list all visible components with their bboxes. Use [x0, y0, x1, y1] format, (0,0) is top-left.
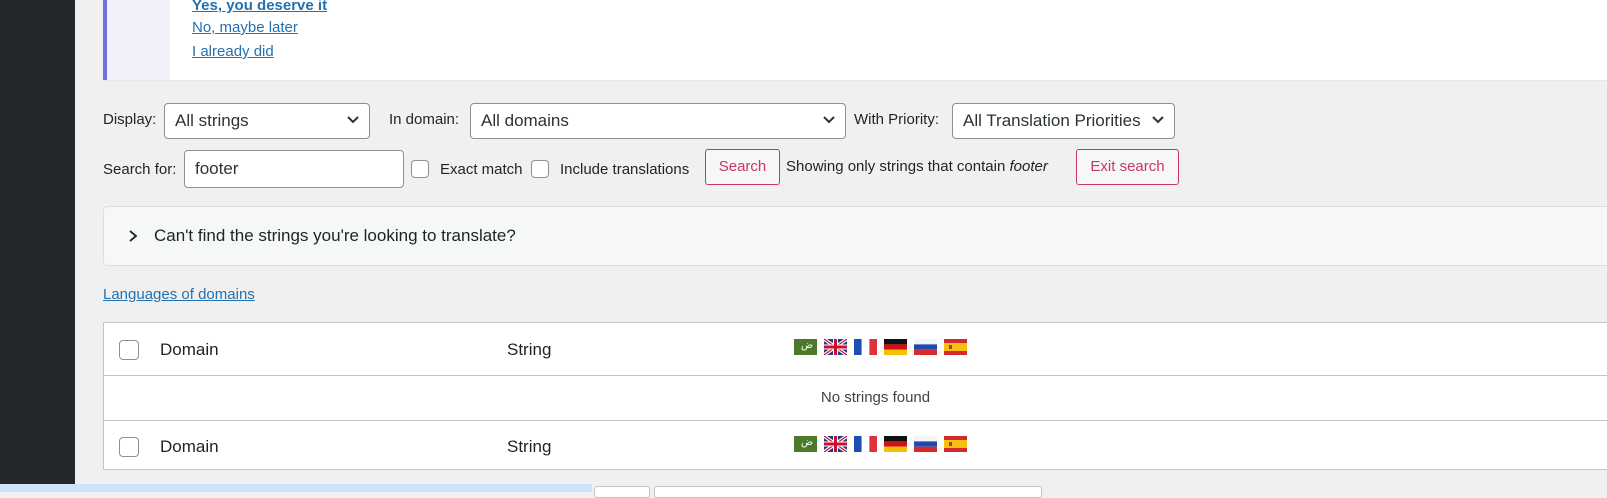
- russia-flag-icon: [914, 436, 937, 452]
- column-footer-string[interactable]: String: [507, 437, 551, 457]
- chevron-right-icon: [129, 230, 138, 242]
- notice-icon-strip: [107, 0, 170, 80]
- yes-deserve-link[interactable]: Yes, you deserve it: [192, 0, 327, 14]
- help-collapsible[interactable]: Can't find the strings you're looking to…: [103, 206, 1607, 266]
- domain-label: In domain:: [389, 111, 460, 128]
- domain-select-value: All domains: [481, 111, 569, 130]
- table-footer-row: Domain String ض: [104, 420, 1607, 470]
- column-header-string[interactable]: String: [507, 340, 551, 360]
- already-did-link[interactable]: I already did: [192, 43, 274, 60]
- priority-label: With Priority:: [854, 111, 940, 128]
- search-button[interactable]: Search: [705, 149, 780, 185]
- search-status-prefix: Showing only strings that contain: [786, 158, 1006, 175]
- display-select-value: All strings: [175, 111, 249, 130]
- languages-of-domains-link[interactable]: Languages of domains: [103, 286, 255, 303]
- germany-flag-icon: [884, 339, 907, 355]
- chevron-down-icon: [823, 116, 835, 124]
- spain-flag-icon: [944, 436, 967, 452]
- language-flags-footer: ض: [794, 436, 967, 452]
- search-label: Search for:: [103, 161, 177, 178]
- priority-select-value: All Translation Priorities: [963, 111, 1141, 130]
- domain-select[interactable]: All domains: [470, 103, 846, 139]
- search-status-term: footer: [1009, 158, 1048, 175]
- empty-row: No strings found: [104, 375, 1607, 421]
- bottom-progress-bar: [0, 484, 592, 492]
- column-header-domain[interactable]: Domain: [160, 340, 219, 360]
- arabic-flag-icon: ض: [794, 436, 817, 452]
- table-header-row: Domain String ض: [104, 323, 1607, 376]
- search-input[interactable]: footer: [184, 150, 404, 188]
- language-flags: ض: [794, 339, 967, 355]
- strings-table: Domain String ض No strings found Domain …: [103, 322, 1607, 470]
- russia-flag-icon: [914, 339, 937, 355]
- help-collapsible-text: Can't find the strings you're looking to…: [154, 226, 516, 245]
- priority-select[interactable]: All Translation Priorities: [952, 103, 1175, 139]
- spain-flag-icon: [944, 339, 967, 355]
- select-all-checkbox[interactable]: [119, 340, 139, 360]
- uk-flag-icon: [824, 339, 847, 355]
- select-all-checkbox-footer[interactable]: [119, 437, 139, 457]
- bottom-action-control[interactable]: [654, 486, 1042, 498]
- empty-message: No strings found: [820, 389, 931, 406]
- exact-match-label: Exact match: [440, 161, 523, 178]
- chevron-down-icon: [347, 116, 359, 124]
- display-select[interactable]: All strings: [164, 103, 370, 139]
- exact-match-checkbox[interactable]: [411, 160, 429, 178]
- france-flag-icon: [854, 339, 877, 355]
- exit-search-button[interactable]: Exit search: [1076, 149, 1179, 185]
- maybe-later-link[interactable]: No, maybe later: [192, 19, 298, 36]
- bottom-action-button[interactable]: [594, 486, 650, 498]
- admin-sidebar: [0, 0, 75, 492]
- germany-flag-icon: [884, 436, 907, 452]
- france-flag-icon: [854, 436, 877, 452]
- arabic-flag-icon: ض: [794, 339, 817, 355]
- uk-flag-icon: [824, 436, 847, 452]
- include-translations-label: Include translations: [560, 161, 690, 178]
- column-footer-domain[interactable]: Domain: [160, 437, 219, 457]
- chevron-down-icon: [1152, 116, 1164, 124]
- display-label: Display:: [103, 111, 157, 128]
- search-status: Showing only strings that contain footer: [786, 158, 1048, 175]
- review-notice: Yes, you deserve it No, maybe later I al…: [103, 0, 1607, 80]
- include-translations-checkbox[interactable]: [531, 160, 549, 178]
